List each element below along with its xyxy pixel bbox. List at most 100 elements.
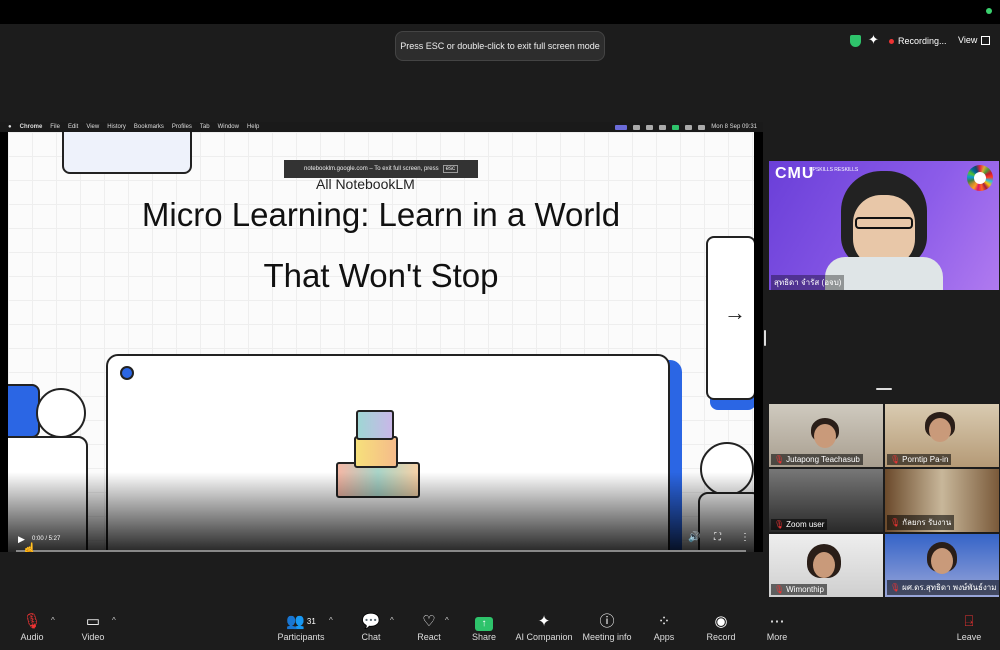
screen-share-icon — [615, 124, 628, 130]
cube-block-icon — [356, 410, 394, 440]
menu-item: Bookmarks — [133, 124, 164, 130]
ai-companion-button[interactable]: ✦ AI Companion — [509, 612, 579, 642]
leave-door-icon: ⍈ — [964, 613, 974, 630]
shared-screen: ● Chrome File Edit View History Bookmark… — [0, 122, 763, 552]
wifi-icon — [685, 124, 693, 130]
participant-name: Porntip Pa-in — [902, 455, 949, 464]
fullscreen-exit-text: Press ESC or double-click to exit full s… — [400, 41, 600, 51]
slide-title-line-1: Micro Learning: Learn in a World — [141, 196, 621, 233]
glasses-icon — [855, 217, 913, 229]
gallery-drag-handle[interactable] — [876, 388, 892, 390]
fullscreen-tip-text: notebooklm.google.com – To exit full scr… — [304, 166, 439, 172]
macos-top-bar — [0, 0, 1000, 24]
participants-button[interactable]: 👥 31 Participants — [266, 612, 336, 642]
video-controls-shade — [8, 472, 754, 552]
participant-name-tag: 🎙 กัลยกร รับงาน — [887, 515, 955, 530]
participant-name-tag: 🎙 ผศ.ดร.สุทธิดา พงษ์พันธ์งาม — [887, 580, 999, 595]
share-screen-icon: ↑ — [475, 617, 493, 631]
participant-tile[interactable]: 🎙 Zoom user — [769, 469, 883, 532]
meeting-info-label: Meeting info — [582, 632, 632, 642]
menu-item: View — [86, 124, 100, 130]
view-label: View — [958, 35, 978, 45]
status-icon — [659, 124, 667, 130]
arrow-right-icon: → — [724, 300, 746, 325]
recording-indicator[interactable]: Recording... — [889, 36, 947, 46]
video-label: Video — [81, 632, 105, 642]
video-progress-bar[interactable] — [16, 550, 746, 552]
slide-title-line-2: That Won't Stop — [263, 257, 499, 294]
speaker-name: สุทธิดา จำรัส (อจบ) — [771, 275, 845, 290]
participant-face — [929, 418, 951, 442]
participant-tile[interactable]: 🎙 ผศ.ดร.สุทธิดา พงษ์พันธ์งาม — [885, 534, 999, 597]
camera-indicator-icon — [986, 8, 992, 14]
security-shield-icon[interactable] — [850, 35, 861, 47]
menu-status-icons: Mon 8 Sep 09:31 — [615, 124, 757, 130]
product-label: All NotebookLM — [316, 176, 415, 192]
chevron-up-icon[interactable]: ^ — [112, 616, 116, 625]
status-icon — [672, 124, 680, 130]
decor-circle — [36, 388, 86, 438]
participant-name-tag: 🎙 Wimonthip — [771, 584, 827, 595]
mic-muted-icon: 🎙 — [890, 518, 901, 527]
participant-name: ผศ.ดร.สุทธิดา พงษ์พันธ์งาม — [902, 583, 997, 592]
participant-tile[interactable]: 🎙 กัลยกร รับงาน — [885, 469, 999, 532]
chat-label: Chat — [361, 632, 381, 642]
hand-cursor-icon: ☝ — [22, 542, 37, 552]
menu-item: Tab — [199, 124, 210, 130]
audio-button[interactable]: 🎙 Audio — [0, 612, 67, 642]
ai-sparkle-icon[interactable]: ✦ — [868, 32, 879, 48]
fullscreen-icon[interactable]: ⛶ — [714, 532, 721, 543]
chevron-up-icon[interactable]: ^ — [51, 616, 55, 625]
card-dot-icon — [120, 366, 134, 380]
participant-face — [931, 548, 953, 574]
status-icon — [633, 124, 641, 130]
participants-label: Participants — [277, 632, 325, 642]
participant-tile[interactable]: 🎙 Wimonthip — [769, 534, 883, 597]
participant-tile[interactable]: 🎙 Jutapong Teachasub — [769, 404, 883, 467]
video-button[interactable]: ▭ Video — [58, 612, 128, 642]
participant-face — [813, 552, 835, 578]
view-button[interactable]: View — [958, 35, 991, 45]
menu-item: History — [107, 124, 126, 130]
react-label: React — [417, 632, 441, 642]
video-camera-icon: ▭ — [85, 613, 101, 630]
panel-resize-handle[interactable] — [764, 330, 766, 346]
logo-subtitle: UPSKILLS RESKILLS — [809, 167, 859, 173]
participant-face — [814, 424, 836, 448]
menu-item: Chrome — [19, 124, 43, 130]
decor-card — [62, 132, 192, 174]
more-button[interactable]: ⋯ More — [742, 612, 812, 642]
leave-button[interactable]: ⍈ Leave — [934, 612, 1000, 642]
menu-item: Edit — [67, 124, 79, 130]
mic-muted-icon: 🎙 — [890, 455, 901, 464]
more-label: More — [766, 632, 788, 642]
fullscreen-exit-banner: Press ESC or double-click to exit full s… — [395, 31, 605, 61]
ai-companion-label: AI Companion — [515, 632, 573, 642]
audio-label: Audio — [20, 632, 44, 642]
volume-icon[interactable]: 🔊 — [688, 532, 700, 543]
apps-label: Apps — [653, 632, 675, 642]
participant-count: 31 — [306, 617, 316, 626]
apple-icon: ● — [8, 124, 12, 130]
participant-name-tag: 🎙 Porntip Pa-in — [887, 454, 952, 465]
mic-muted-icon: 🎙 — [774, 520, 785, 529]
menu-item: File — [50, 124, 60, 130]
menu-item: Profiles — [171, 124, 192, 130]
participants-icon: 👥 31 — [286, 613, 316, 630]
participant-name: Zoom user — [786, 520, 825, 529]
mic-muted-icon: 🎙 — [774, 455, 785, 464]
more-options-icon[interactable]: ⋮ — [740, 532, 750, 543]
battery-icon — [698, 124, 706, 130]
mic-muted-icon: 🎙 — [774, 585, 785, 594]
menu-item: Help — [246, 124, 260, 130]
participant-name-tag: 🎙 Jutapong Teachasub — [771, 454, 863, 465]
chevron-up-icon[interactable]: ^ — [329, 616, 333, 625]
ai-sparkle-icon: ✦ — [537, 613, 551, 630]
presentation-slide: All NotebookLM notebooklm.google.com – T… — [8, 132, 754, 552]
browser-fullscreen-tip: notebooklm.google.com – To exit full scr… — [284, 160, 478, 178]
shared-mac-menu-bar: ● Chrome File Edit View History Bookmark… — [0, 122, 763, 132]
participant-tile[interactable]: 🎙 Porntip Pa-in — [885, 404, 999, 467]
active-speaker-tile[interactable]: CMU UPSKILLS RESKILLS สุทธิดา จำรัส (อจบ… — [769, 161, 999, 290]
leave-label: Leave — [956, 632, 982, 642]
menu-item: Window — [217, 124, 239, 130]
